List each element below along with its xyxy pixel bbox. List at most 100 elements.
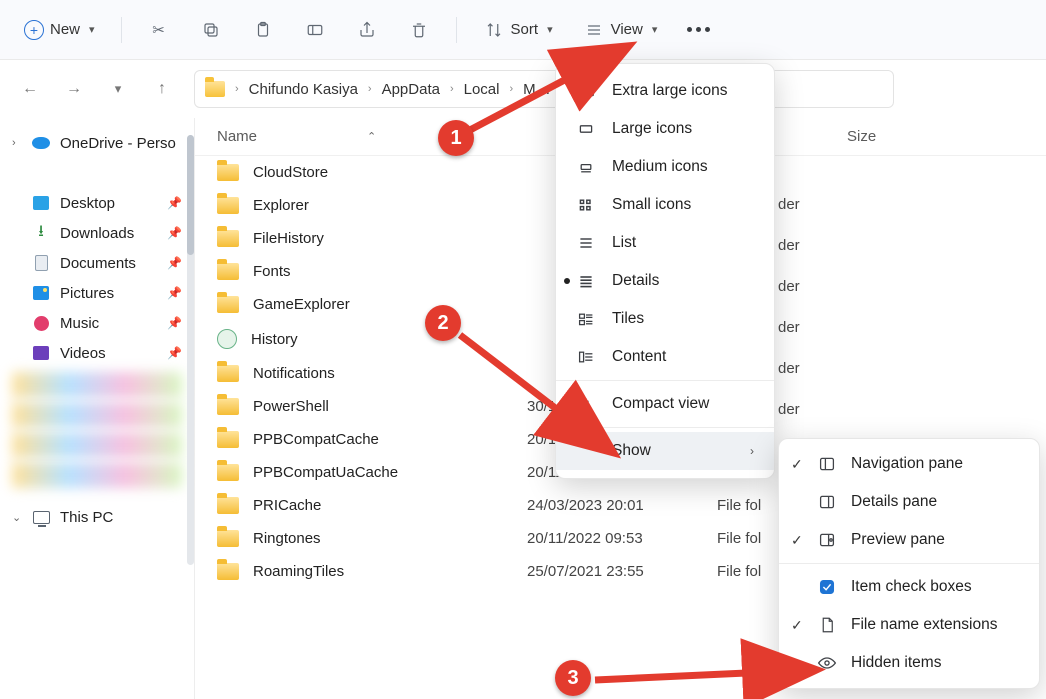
check-icon: ✓ [791,532,803,549]
submenu-item-checkboxes[interactable]: Item check boxes [779,568,1039,606]
file-name: PowerShell [253,398,329,415]
menu-item-large-icons[interactable]: Large icons [556,110,774,148]
folder-icon [217,164,239,181]
annotation-circle-2: 2 [425,305,461,341]
folder-icon [217,431,239,448]
sidebar-item-label: This PC [60,509,113,526]
sidebar-item-label: Downloads [60,225,134,242]
submenu-item-extensions[interactable]: ✓ File name extensions [779,606,1039,644]
recent-dropdown[interactable]: ▾ [106,77,130,101]
preview-pane-icon [817,530,837,550]
folder-icon [217,263,239,280]
menu-item-list[interactable]: List [556,224,774,262]
sidebar-item-pictures[interactable]: Pictures 📌 [0,278,194,308]
back-button[interactable]: ← [18,77,42,101]
breadcrumb-part[interactable]: Local [464,81,500,98]
menu-item-label: Tiles [612,310,644,328]
sidebar-item-thispc[interactable]: ⌄ This PC [0,502,194,532]
partial-text: der [778,319,800,336]
file-name: Notifications [253,365,335,382]
large-icons-icon [576,119,596,139]
check-icon: ✓ [791,617,803,634]
cut-button[interactable]: ✂ [138,13,180,47]
selected-dot-icon [564,278,570,284]
sidebar-item-downloads[interactable]: ⭳ Downloads 📌 [0,218,194,248]
menu-item-small-icons[interactable]: Small icons [556,186,774,224]
sidebar-item-documents[interactable]: Documents 📌 [0,248,194,278]
menu-item-label: Small icons [612,196,691,214]
sort-button[interactable]: Sort ▾ [473,13,563,47]
submenu-item-navigation-pane[interactable]: ✓ Navigation pane [779,445,1039,483]
breadcrumb-part[interactable]: AppData [382,81,440,98]
more-button[interactable] [677,21,720,38]
chevron-down-icon: ▾ [652,23,658,36]
submenu-item-label: Navigation pane [851,455,963,473]
delete-button[interactable] [398,13,440,47]
folder-icon [217,296,239,313]
plus-icon: + [24,20,44,40]
folder-icon [205,81,225,97]
menu-item-label: Show [612,442,651,460]
details-icon [576,271,596,291]
partial-text: der [778,237,800,254]
scissors-icon: ✂ [148,19,170,41]
menu-item-details[interactable]: Details [556,262,774,300]
sidebar-item-label: Videos [60,345,106,362]
file-extension-icon [817,615,837,635]
submenu-item-preview-pane[interactable]: ✓ Preview pane [779,521,1039,559]
pin-icon: 📌 [167,316,182,330]
forward-button[interactable]: → [62,77,86,101]
sidebar-item-desktop[interactable]: Desktop 📌 [0,188,194,218]
annotation-label: 1 [450,127,461,150]
new-button[interactable]: + New ▾ [14,14,105,46]
breadcrumb-part[interactable]: Chifundo Kasiya [249,81,358,98]
folder-icon [217,464,239,481]
menu-item-show[interactable]: Show › [556,432,774,470]
clipboard-icon [252,19,274,41]
chevron-right-icon: › [12,137,22,149]
sidebar-scrollbar-thumb[interactable] [187,135,194,255]
folder-icon [217,197,239,214]
partial-text: der [778,360,800,377]
up-button[interactable]: ↑ [150,77,174,101]
sort-icon [483,19,505,41]
share-button[interactable] [346,13,388,47]
menu-item-medium-icons[interactable]: Medium icons [556,148,774,186]
sidebar-item-music[interactable]: Music 📌 [0,308,194,338]
show-submenu: ✓ Navigation pane Details pane ✓ Preview… [778,438,1040,689]
sidebar-item-videos[interactable]: Videos 📌 [0,338,194,368]
folder-icon [217,497,239,514]
breadcrumb-part[interactable]: M… [523,81,551,98]
breadcrumb[interactable]: › Chifundo Kasiya › AppData › Local › M… [194,70,894,108]
file-name: PRICache [253,497,321,514]
rename-button[interactable] [294,13,336,47]
menu-item-compact-view[interactable]: Compact view [556,385,774,423]
partial-text: der [778,401,800,418]
tiles-icon [576,309,596,329]
history-icon [217,329,237,349]
submenu-item-hidden-items[interactable]: Hidden items [779,644,1039,682]
toolbar-divider [121,17,122,43]
annotation-circle-1: 1 [438,120,474,156]
check-icon: ✓ [791,456,803,473]
view-button[interactable]: View ▾ [573,13,668,47]
column-size[interactable]: Size [847,128,927,145]
copy-button[interactable] [190,13,232,47]
menu-item-tiles[interactable]: Tiles [556,300,774,338]
content-icon [576,347,596,367]
folder-icon [217,230,239,247]
partial-text: der [778,278,800,295]
compact-icon [576,394,596,414]
chevron-down-icon: ⌄ [12,511,22,524]
folder-icon [217,398,239,415]
menu-item-content[interactable]: Content [556,338,774,376]
menu-item-extra-large-icons[interactable]: Extra large icons [556,72,774,110]
sidebar-item-onedrive[interactable]: › OneDrive - Perso [0,128,194,158]
paste-button[interactable] [242,13,284,47]
column-name[interactable]: Name⌃ [217,128,527,145]
chevron-right-icon: › [368,83,372,95]
submenu-item-details-pane[interactable]: Details pane [779,483,1039,521]
copy-icon [200,19,222,41]
folder-icon [217,563,239,580]
sort-label: Sort [511,21,539,38]
